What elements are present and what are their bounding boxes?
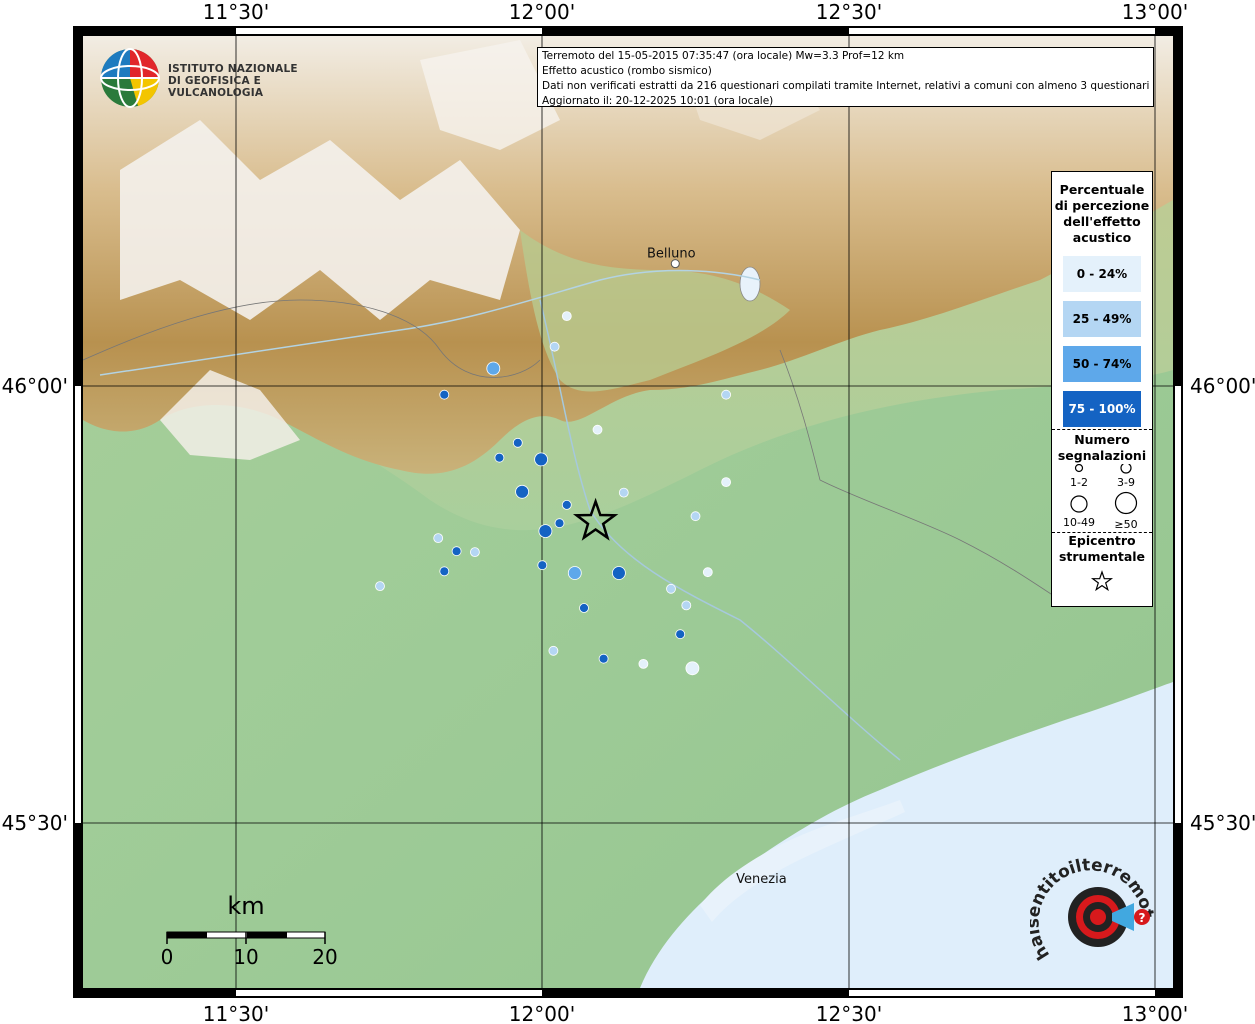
legend-class-25-49: 25 - 49% (1063, 301, 1141, 337)
intensity-point (702, 567, 713, 578)
logo-line-1: ISTITUTO NAZIONALE (168, 63, 298, 75)
update-time: Aggiornato il: 20-12-2025 10:01 (ora loc… (542, 95, 774, 107)
intensity-point (612, 566, 626, 580)
legend-title: Percentuale di percezione dell'effetto a… (1054, 182, 1150, 245)
intensity-point (512, 437, 523, 448)
data-note: Dati non verificati estratti da 216 ques… (542, 80, 1149, 92)
globe-icon (100, 48, 160, 108)
legend-class-75-100: 75 - 100% (1063, 391, 1141, 427)
intensity-point (681, 600, 692, 611)
count-label-50: ≥50 (1114, 518, 1137, 531)
intensity-point (515, 484, 529, 499)
lon-label-bottom-4: 13°00' (1122, 1002, 1188, 1024)
lon-label-top-2: 12°00' (509, 0, 575, 24)
logo-line-2: DI GEOFISICA E VULCANOLOGIA (168, 75, 264, 99)
scale-label-20: 20 (312, 945, 337, 969)
intensity-point (534, 452, 548, 467)
lat-label-right-2: 45°30' (1190, 811, 1255, 835)
effect-type: Effetto acustico (rombo sismico) (542, 65, 712, 77)
haisentito-logo-icon: haisentitoilterremoto.it ? (1023, 840, 1157, 963)
intensity-point (579, 603, 589, 613)
intensity-point (561, 499, 572, 510)
intensity-point (721, 389, 731, 400)
lat-label-left-2: 45°30' (2, 811, 68, 835)
svg-text:?: ? (1139, 911, 1146, 925)
intensity-point (618, 487, 629, 498)
lon-label-bottom-2: 12°00' (509, 1002, 575, 1024)
scale-unit: km (227, 892, 264, 920)
lon-label-top-4: 13°00' (1122, 0, 1188, 24)
legend-count-title: Numero segnalazioni (1057, 432, 1147, 463)
intensity-point (549, 341, 560, 352)
lon-label-bottom-1: 11°30' (203, 1002, 269, 1024)
intensity-point (486, 361, 501, 376)
legend: Percentuale di percezione dell'effetto a… (1051, 171, 1153, 607)
count-label-10-49: 10-49 (1063, 516, 1095, 529)
intensity-point (638, 659, 649, 669)
lon-label-top-1: 11°30' (203, 0, 269, 24)
lat-label-left-1: 46°00' (2, 374, 68, 398)
legend-size-symbols: 1-2 3-9 10-49 ≥50 (1063, 462, 1138, 531)
legend-class-50-74: 50 - 74% (1063, 346, 1141, 382)
ingv-logo: ISTITUTO NAZIONALE DI GEOFISICA E VULCAN… (98, 46, 313, 110)
city-label-venezia: Venezia (736, 872, 787, 887)
intensity-point (537, 560, 548, 571)
scale-label-10: 10 (233, 945, 258, 969)
legend-epicenter-title: Epicentro strumentale (1058, 533, 1146, 564)
intensity-point (721, 477, 731, 488)
intensity-point (469, 547, 480, 557)
intensity-point (439, 566, 450, 577)
intensity-point (554, 518, 565, 529)
terrain (83, 36, 1173, 988)
legend-class-0-24: 0 - 24% (1063, 256, 1141, 292)
legend-separator (1052, 429, 1152, 430)
intensity-point (561, 311, 572, 322)
intensity-point (433, 533, 444, 543)
intensity-point (675, 629, 686, 640)
lon-label-top-3: 12°30' (816, 0, 882, 24)
intensity-point (439, 389, 450, 400)
intensity-point (451, 546, 462, 557)
intensity-point (690, 511, 701, 522)
scale-label-0: 0 (161, 945, 174, 969)
event-info-box: Terremoto del 15-05-2015 07:35:47 (ora l… (537, 47, 1154, 107)
event-title: Terremoto del 15-05-2015 07:35:47 (ora l… (542, 50, 905, 62)
haisentito-logo: haisentitoilterremoto.it ? (1023, 840, 1160, 985)
intensity-point (538, 524, 553, 538)
lon-label-bottom-3: 12°30' (816, 1002, 882, 1024)
lat-label-right-1: 46°00' (1190, 374, 1255, 398)
count-label-1-2: 1-2 (1070, 476, 1088, 489)
intensity-point (494, 452, 505, 463)
intensity-point (548, 645, 559, 656)
intensity-point (592, 424, 603, 435)
intensity-point (666, 583, 676, 594)
legend-star-icon (1090, 570, 1114, 592)
intensity-point (598, 653, 609, 664)
intensity-point (375, 581, 385, 591)
city-venezia: Venezia (736, 872, 787, 887)
intensity-point (567, 566, 582, 580)
intensity-point (685, 661, 700, 676)
city-label-belluno: Belluno (647, 247, 696, 262)
count-label-3-9: 3-9 (1117, 476, 1135, 489)
